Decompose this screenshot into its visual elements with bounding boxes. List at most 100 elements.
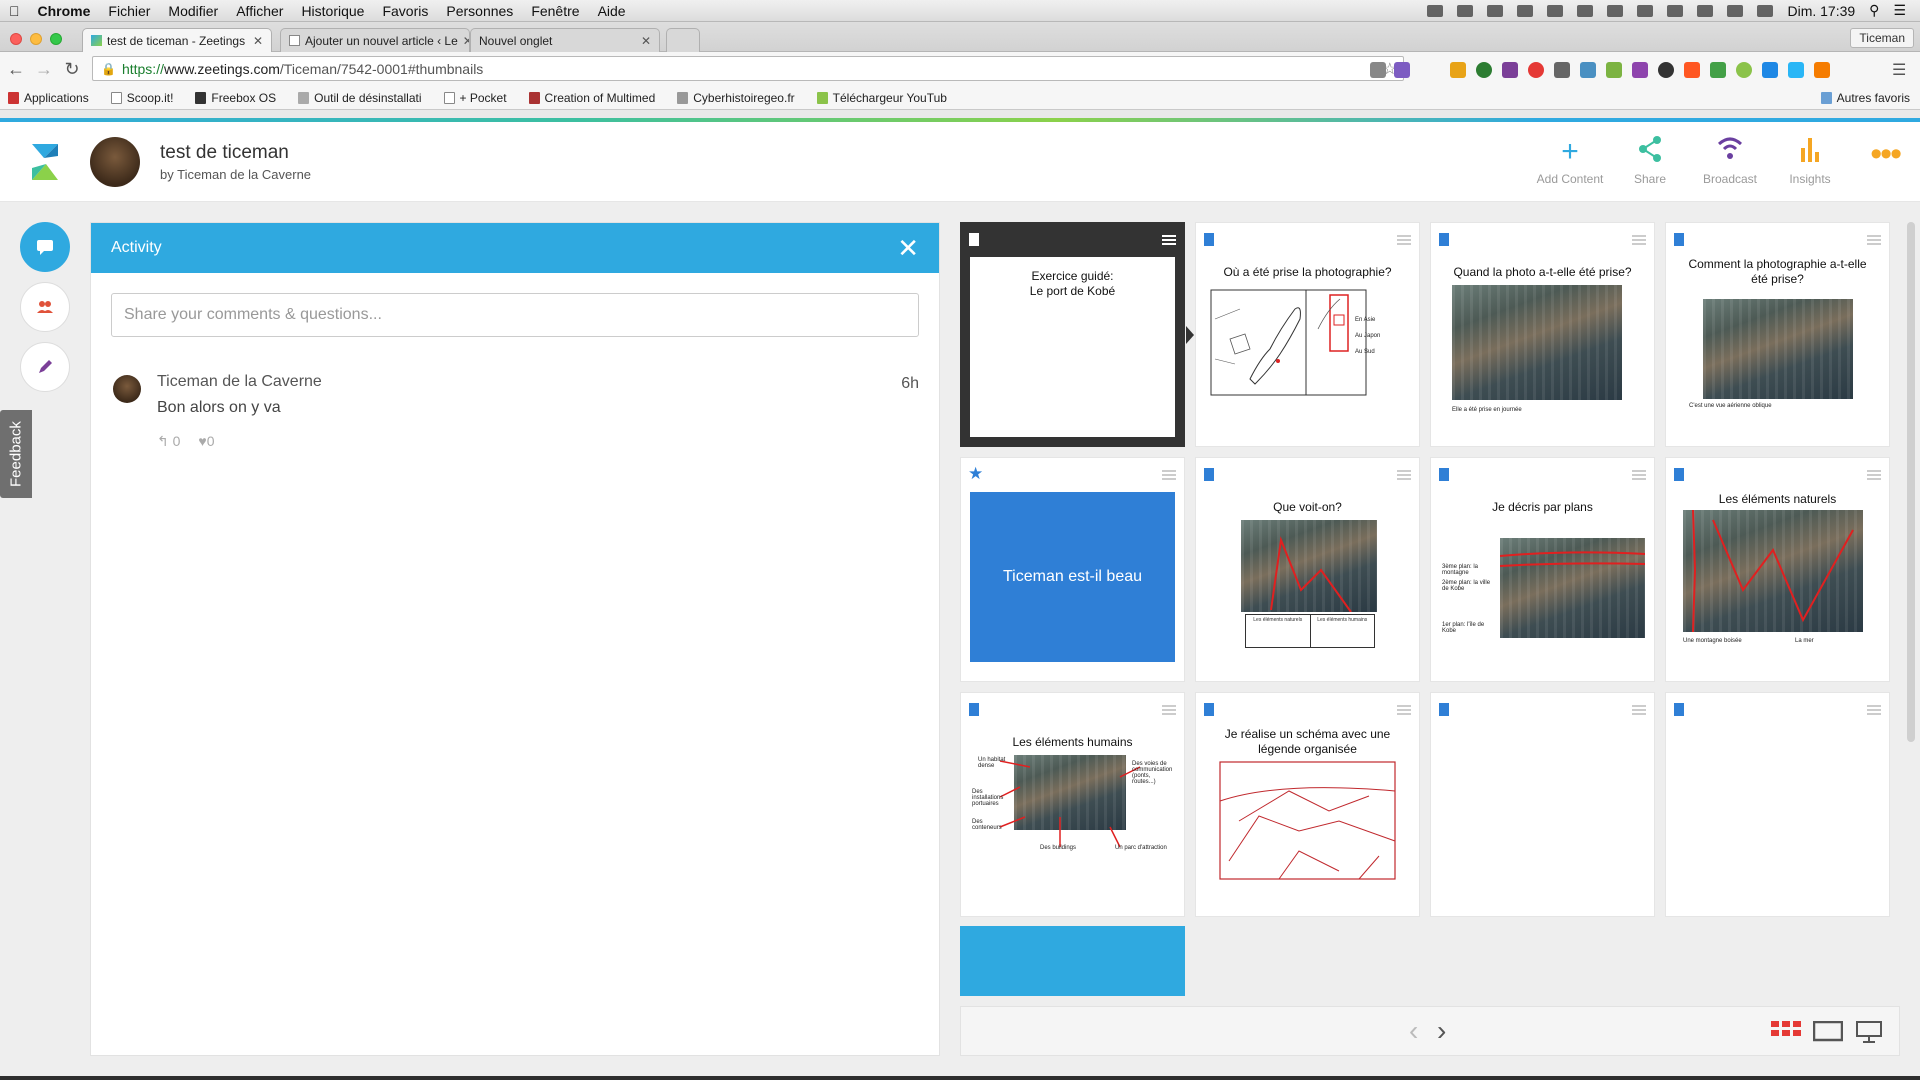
pen-extension-icon[interactable] xyxy=(1632,62,1648,78)
onenote-icon[interactable] xyxy=(1502,62,1518,78)
slide-menu-icon[interactable] xyxy=(1397,235,1411,245)
more-options-icon[interactable]: ••• xyxy=(1870,137,1902,171)
slide-menu-icon[interactable] xyxy=(1632,235,1646,245)
menu-fenetre[interactable]: Fenêtre xyxy=(522,3,588,19)
camera-icon[interactable] xyxy=(1580,62,1596,78)
slide-thumbnail[interactable]: Les éléments naturels Une montagne boisé… xyxy=(1665,457,1890,682)
activity-rail-button[interactable] xyxy=(20,222,70,272)
slide-menu-icon[interactable] xyxy=(1632,470,1646,480)
participants-rail-button[interactable] xyxy=(20,282,70,332)
extension-icon[interactable] xyxy=(1658,62,1674,78)
display-icon[interactable] xyxy=(1547,4,1564,17)
bookmark-scoopit[interactable]: Scoop.it! xyxy=(110,91,173,105)
slide-thumbnail[interactable] xyxy=(1430,692,1655,917)
bookmark-creation[interactable]: Creation of Multimed xyxy=(528,91,655,105)
prev-page-icon[interactable]: ‹ xyxy=(1409,1015,1418,1047)
bookmark-applications[interactable]: Applications xyxy=(8,91,89,105)
grid-view-icon[interactable] xyxy=(1771,1021,1801,1043)
bell-icon[interactable] xyxy=(1577,4,1594,17)
owner-avatar[interactable] xyxy=(90,137,140,187)
eject-icon[interactable] xyxy=(1637,4,1654,17)
extension-icon[interactable] xyxy=(1554,62,1570,78)
tab-ajouter-article[interactable]: Ajouter un nouvel article ‹ Le ✕ xyxy=(280,28,470,52)
slide-menu-icon[interactable] xyxy=(1867,470,1881,480)
slide-thumbnail[interactable]: Comment la photographie a-t-elle été pri… xyxy=(1665,222,1890,447)
next-page-icon[interactable]: › xyxy=(1437,1015,1446,1047)
volume-icon[interactable] xyxy=(1757,4,1774,17)
zoom-window-button[interactable] xyxy=(50,33,62,45)
dropbox-icon[interactable] xyxy=(1427,4,1444,17)
extension-icon[interactable] xyxy=(1450,62,1466,78)
add-content-button[interactable]: + Add Content xyxy=(1530,134,1610,186)
slide-thumbnail[interactable]: Exercice guidé: Le port de Kobé xyxy=(960,222,1185,447)
partial-slide-card[interactable] xyxy=(960,926,1185,996)
bluetooth-icon[interactable] xyxy=(1697,4,1714,17)
extension-icon[interactable] xyxy=(1528,62,1544,78)
time-machine-icon[interactable] xyxy=(1667,4,1684,17)
spotlight-icon[interactable]: ⚲ xyxy=(1869,2,1879,19)
comment-input[interactable] xyxy=(111,293,919,337)
cloud-icon[interactable] xyxy=(1517,4,1534,17)
tab-zeetings[interactable]: test de ticeman - Zeetings ✕ xyxy=(82,28,272,52)
forward-icon[interactable]: → xyxy=(32,59,56,80)
airplay-icon[interactable] xyxy=(1607,4,1624,17)
extension-icon[interactable] xyxy=(1814,62,1830,78)
slide-thumbnail[interactable]: Que voit-on? Les éléments naturels Les é… xyxy=(1195,457,1420,682)
close-window-button[interactable] xyxy=(10,33,22,45)
extension-icon[interactable] xyxy=(1684,62,1700,78)
slide-menu-icon[interactable] xyxy=(1867,235,1881,245)
slide-menu-icon[interactable] xyxy=(1162,235,1176,245)
tab-close-icon[interactable]: ✕ xyxy=(641,34,651,48)
bookmark-pocket[interactable]: + Pocket xyxy=(443,91,507,105)
menu-afficher[interactable]: Afficher xyxy=(227,3,292,19)
slide-thumbnail[interactable]: Je réalise un schéma avec une légende or… xyxy=(1195,692,1420,917)
slide-thumbnail[interactable]: ★ Ticeman est-il beau xyxy=(960,457,1185,682)
tab-close-icon[interactable]: ✕ xyxy=(463,34,469,48)
new-tab-button[interactable] xyxy=(666,28,700,52)
bookmark-outil[interactable]: Outil de désinstallati xyxy=(298,91,422,105)
menu-app-name[interactable]: Chrome xyxy=(29,3,100,19)
slide-thumbnail[interactable]: Où a été prise la photographie? En Asie … xyxy=(1195,222,1420,447)
tab-close-icon[interactable]: ✕ xyxy=(253,34,263,48)
slide-menu-icon[interactable] xyxy=(1162,705,1176,715)
comment-author[interactable]: Ticeman de la Caverne xyxy=(157,373,322,391)
broadcast-button[interactable]: Broadcast xyxy=(1690,134,1770,186)
present-view-icon[interactable] xyxy=(1855,1021,1885,1043)
notifications-icon[interactable]: ☰ xyxy=(1893,2,1906,19)
minimize-window-button[interactable] xyxy=(30,33,42,45)
feedback-tab[interactable]: Feedback xyxy=(0,410,32,498)
extension-icon[interactable] xyxy=(1788,62,1804,78)
slides-scrollbar[interactable] xyxy=(1907,222,1915,742)
apple-icon[interactable]:  xyxy=(0,3,29,19)
slide-menu-icon[interactable] xyxy=(1632,705,1646,715)
profile-button[interactable]: Ticeman xyxy=(1850,28,1914,48)
extension-shield-icon[interactable] xyxy=(1370,62,1386,78)
share-button[interactable]: Share xyxy=(1610,134,1690,186)
menu-aide[interactable]: Aide xyxy=(589,3,635,19)
back-icon[interactable]: ← xyxy=(4,59,28,80)
slide-thumbnail[interactable] xyxy=(1665,692,1890,917)
bookmark-freebox[interactable]: Freebox OS xyxy=(195,91,276,105)
extension-icon[interactable] xyxy=(1710,62,1726,78)
chrome-menu-icon[interactable]: ☰ xyxy=(1892,60,1906,80)
slide-menu-icon[interactable] xyxy=(1397,705,1411,715)
slide-menu-icon[interactable] xyxy=(1162,470,1176,480)
reply-button[interactable]: ↰ 0 xyxy=(157,433,180,450)
slide-thumbnail[interactable]: Quand la photo a-t-elle été prise? Elle … xyxy=(1430,222,1655,447)
slide-menu-icon[interactable] xyxy=(1397,470,1411,480)
status-icon[interactable] xyxy=(1457,4,1474,17)
address-bar[interactable]: 🔒 https://www.zeetings.com/Ticeman/7542-… xyxy=(92,56,1404,81)
like-button[interactable]: ♥0 xyxy=(198,433,214,450)
slide-thumbnail[interactable]: Les éléments humains Un habitat dense De… xyxy=(960,692,1185,917)
extension-icon[interactable] xyxy=(1606,62,1622,78)
wifi-icon[interactable] xyxy=(1727,4,1744,17)
bookmark-cyberhistoiregeo[interactable]: Cyberhistoiregeo.fr xyxy=(677,91,795,105)
menubar-clock[interactable]: Dim. 17:39 xyxy=(1787,3,1855,19)
insights-button[interactable]: Insights xyxy=(1770,134,1850,186)
extension-icon[interactable] xyxy=(1736,62,1752,78)
extension-icon[interactable] xyxy=(1476,62,1492,78)
menu-personnes[interactable]: Personnes xyxy=(437,3,522,19)
slide-menu-icon[interactable] xyxy=(1867,705,1881,715)
menu-fichier[interactable]: Fichier xyxy=(99,3,159,19)
tab-nouvel-onglet[interactable]: Nouvel onglet ✕ xyxy=(470,28,660,52)
